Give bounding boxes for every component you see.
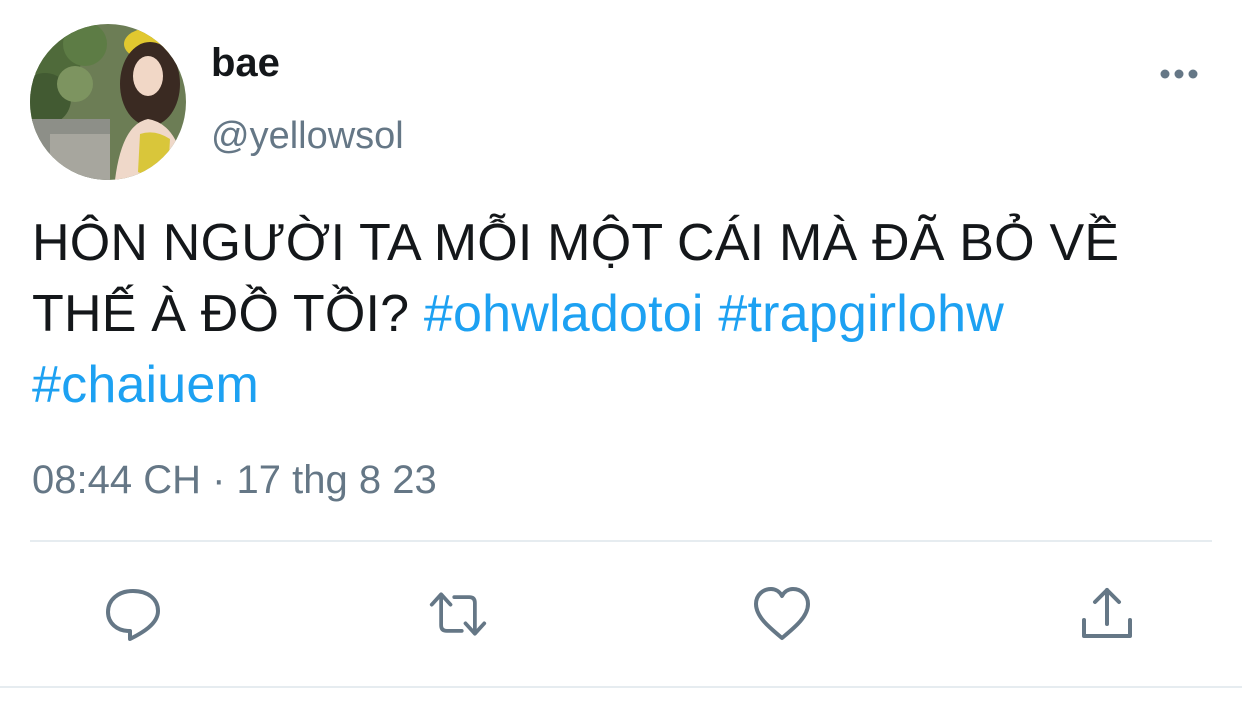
hashtag-link[interactable]: #ohwladotoi: [424, 285, 704, 343]
retweet-button[interactable]: [428, 584, 488, 644]
reply-button[interactable]: [103, 584, 163, 644]
divider: [0, 686, 1242, 688]
avatar-image: [30, 24, 186, 180]
display-name[interactable]: bae: [211, 40, 280, 86]
like-button[interactable]: [752, 584, 812, 644]
tweet-timestamp[interactable]: 08:44 CH · 17 thg 8 23: [32, 456, 437, 504]
user-handle[interactable]: @yellowsol: [211, 114, 404, 158]
share-icon: [1082, 588, 1132, 638]
hashtag-link[interactable]: #chaiuem: [32, 356, 259, 414]
tweet-text: HÔN NGƯỜI TA MỖI MỘT CÁI MÀ ĐÃ BỎ VỀ THẾ…: [32, 208, 1217, 421]
avatar[interactable]: [30, 24, 186, 180]
more-horizontal-icon: [1160, 69, 1198, 79]
reply-icon: [106, 589, 160, 641]
share-button[interactable]: [1077, 584, 1137, 644]
tweet-card: bae @yellowsol HÔN NGƯỜI TA MỖI MỘT CÁI …: [0, 0, 1242, 705]
retweet-icon: [429, 592, 487, 636]
more-button[interactable]: [1156, 60, 1202, 88]
hashtag-link[interactable]: #trapgirlohw: [718, 285, 1004, 343]
divider: [30, 540, 1212, 542]
heart-icon: [754, 587, 810, 640]
